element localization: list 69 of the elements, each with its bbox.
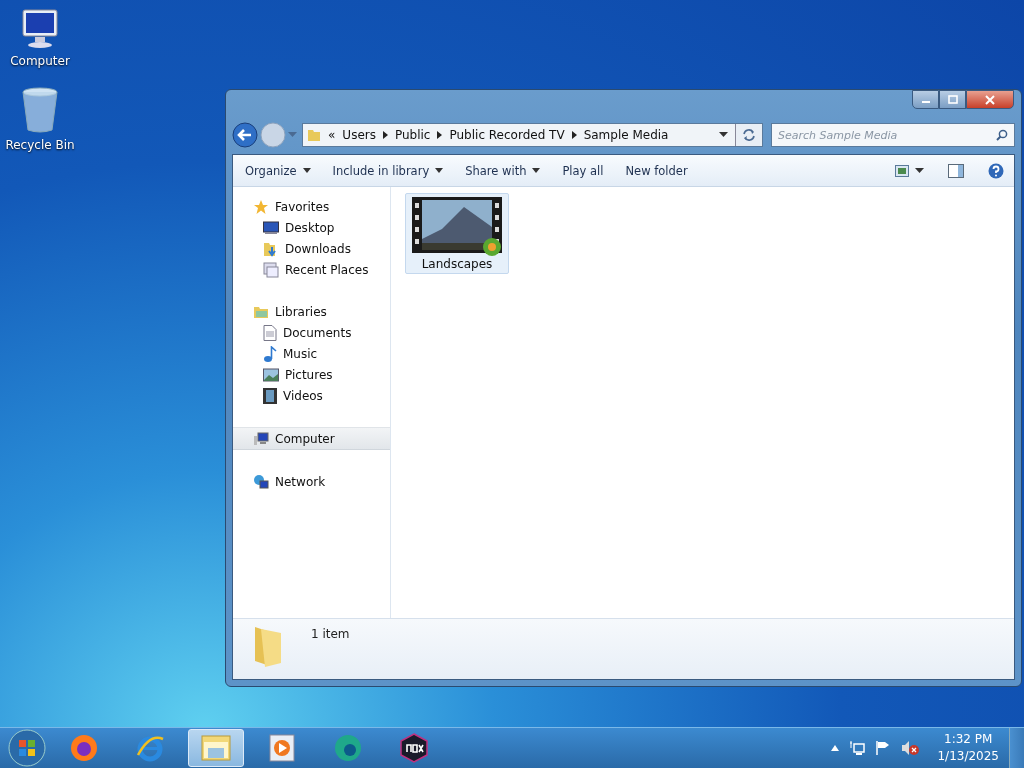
back-icon[interactable] <box>232 122 258 148</box>
start-button[interactable] <box>8 729 46 767</box>
clock-time: 1:32 PM <box>944 731 993 748</box>
breadcrumb[interactable]: Public <box>394 128 431 142</box>
browser-logo-icon <box>69 733 99 763</box>
maximize-icon <box>947 95 958 104</box>
breadcrumb[interactable]: Sample Media <box>583 128 669 142</box>
network-globe-icon <box>253 473 269 490</box>
download-folder-icon <box>263 240 279 257</box>
view-options-icon[interactable] <box>895 164 909 177</box>
clock[interactable]: 1:32 PM 1/13/2025 <box>937 731 999 765</box>
recent-places-icon <box>263 261 279 278</box>
toolbar-button[interactable]: Organize <box>237 159 319 182</box>
computer-icon <box>253 430 269 447</box>
nav-item[interactable]: Music <box>233 343 390 364</box>
toolbar-button[interactable]: Share with <box>457 159 549 182</box>
nav-item[interactable]: Downloads <box>233 238 390 259</box>
separator-arrow-icon[interactable] <box>571 131 577 139</box>
breadcrumb[interactable]: Public Recorded TV <box>449 128 565 142</box>
film-strip-icon <box>263 387 277 404</box>
search-field[interactable]: Search Sample Media <box>771 123 1015 147</box>
separator-arrow-icon[interactable] <box>382 131 388 139</box>
search-icon <box>996 129 1008 141</box>
desktop-icon-label[interactable]: Recycle Bin <box>5 138 75 152</box>
refresh-button[interactable] <box>735 124 762 146</box>
overflow-chevron[interactable]: « <box>328 128 336 142</box>
nav-item[interactable]: Favorites <box>233 196 390 217</box>
close-button[interactable] <box>966 90 1014 109</box>
nav-item[interactable]: Libraries <box>233 301 390 322</box>
help-icon[interactable] <box>988 162 1004 179</box>
nav-item[interactable]: Desktop <box>233 217 390 238</box>
preview-pane-icon[interactable] <box>948 163 964 178</box>
nav-item[interactable]: Computer <box>233 427 390 450</box>
caret-icon[interactable] <box>915 167 924 174</box>
minimize-button[interactable] <box>912 90 939 109</box>
star-icon <box>253 198 269 215</box>
separator-arrow-icon[interactable] <box>437 131 443 139</box>
network-icon[interactable] <box>849 740 866 756</box>
nav-item[interactable]: Videos <box>233 385 390 406</box>
item-count: 1 item <box>311 627 350 641</box>
monitor-icon <box>263 220 279 235</box>
nav-item[interactable]: Recent Places <box>233 259 390 280</box>
toolbar-button[interactable]: New folder <box>617 159 696 182</box>
clock-date: 1/13/2025 <box>937 748 999 765</box>
hexagon-logo-icon <box>399 733 429 763</box>
nav-item[interactable]: Network <box>233 471 390 492</box>
refresh-icon <box>742 128 756 142</box>
folder-icon <box>307 128 321 142</box>
nav-item[interactable]: Pictures <box>233 364 390 385</box>
address-bar[interactable]: « Users Public Public Recorded TV Sample Media <box>302 123 763 147</box>
show-hidden-icons-icon[interactable] <box>831 745 840 751</box>
nav-item[interactable]: Documents <box>233 322 390 343</box>
maximize-button[interactable] <box>939 90 966 109</box>
trash-bin-icon[interactable] <box>20 86 60 134</box>
breadcrumb[interactable]: Users <box>342 128 376 142</box>
music-note-icon <box>263 345 277 362</box>
caret-icon[interactable] <box>719 132 728 138</box>
video-thumbnail-icon <box>412 197 502 257</box>
e-logo-icon <box>135 733 165 763</box>
folder-window-icon <box>200 734 232 762</box>
video-file-item[interactable]: Landscapes <box>405 193 509 274</box>
toolbar-button[interactable]: Play all <box>554 159 612 182</box>
close-icon <box>985 94 995 105</box>
document-icon <box>263 324 277 341</box>
speaker-muted-icon[interactable] <box>901 740 920 756</box>
play-icon <box>269 734 295 762</box>
toolbar-button[interactable]: Include in library <box>324 159 452 182</box>
desktop-icon-label[interactable]: Computer <box>10 54 70 68</box>
picture-icon <box>263 367 279 382</box>
